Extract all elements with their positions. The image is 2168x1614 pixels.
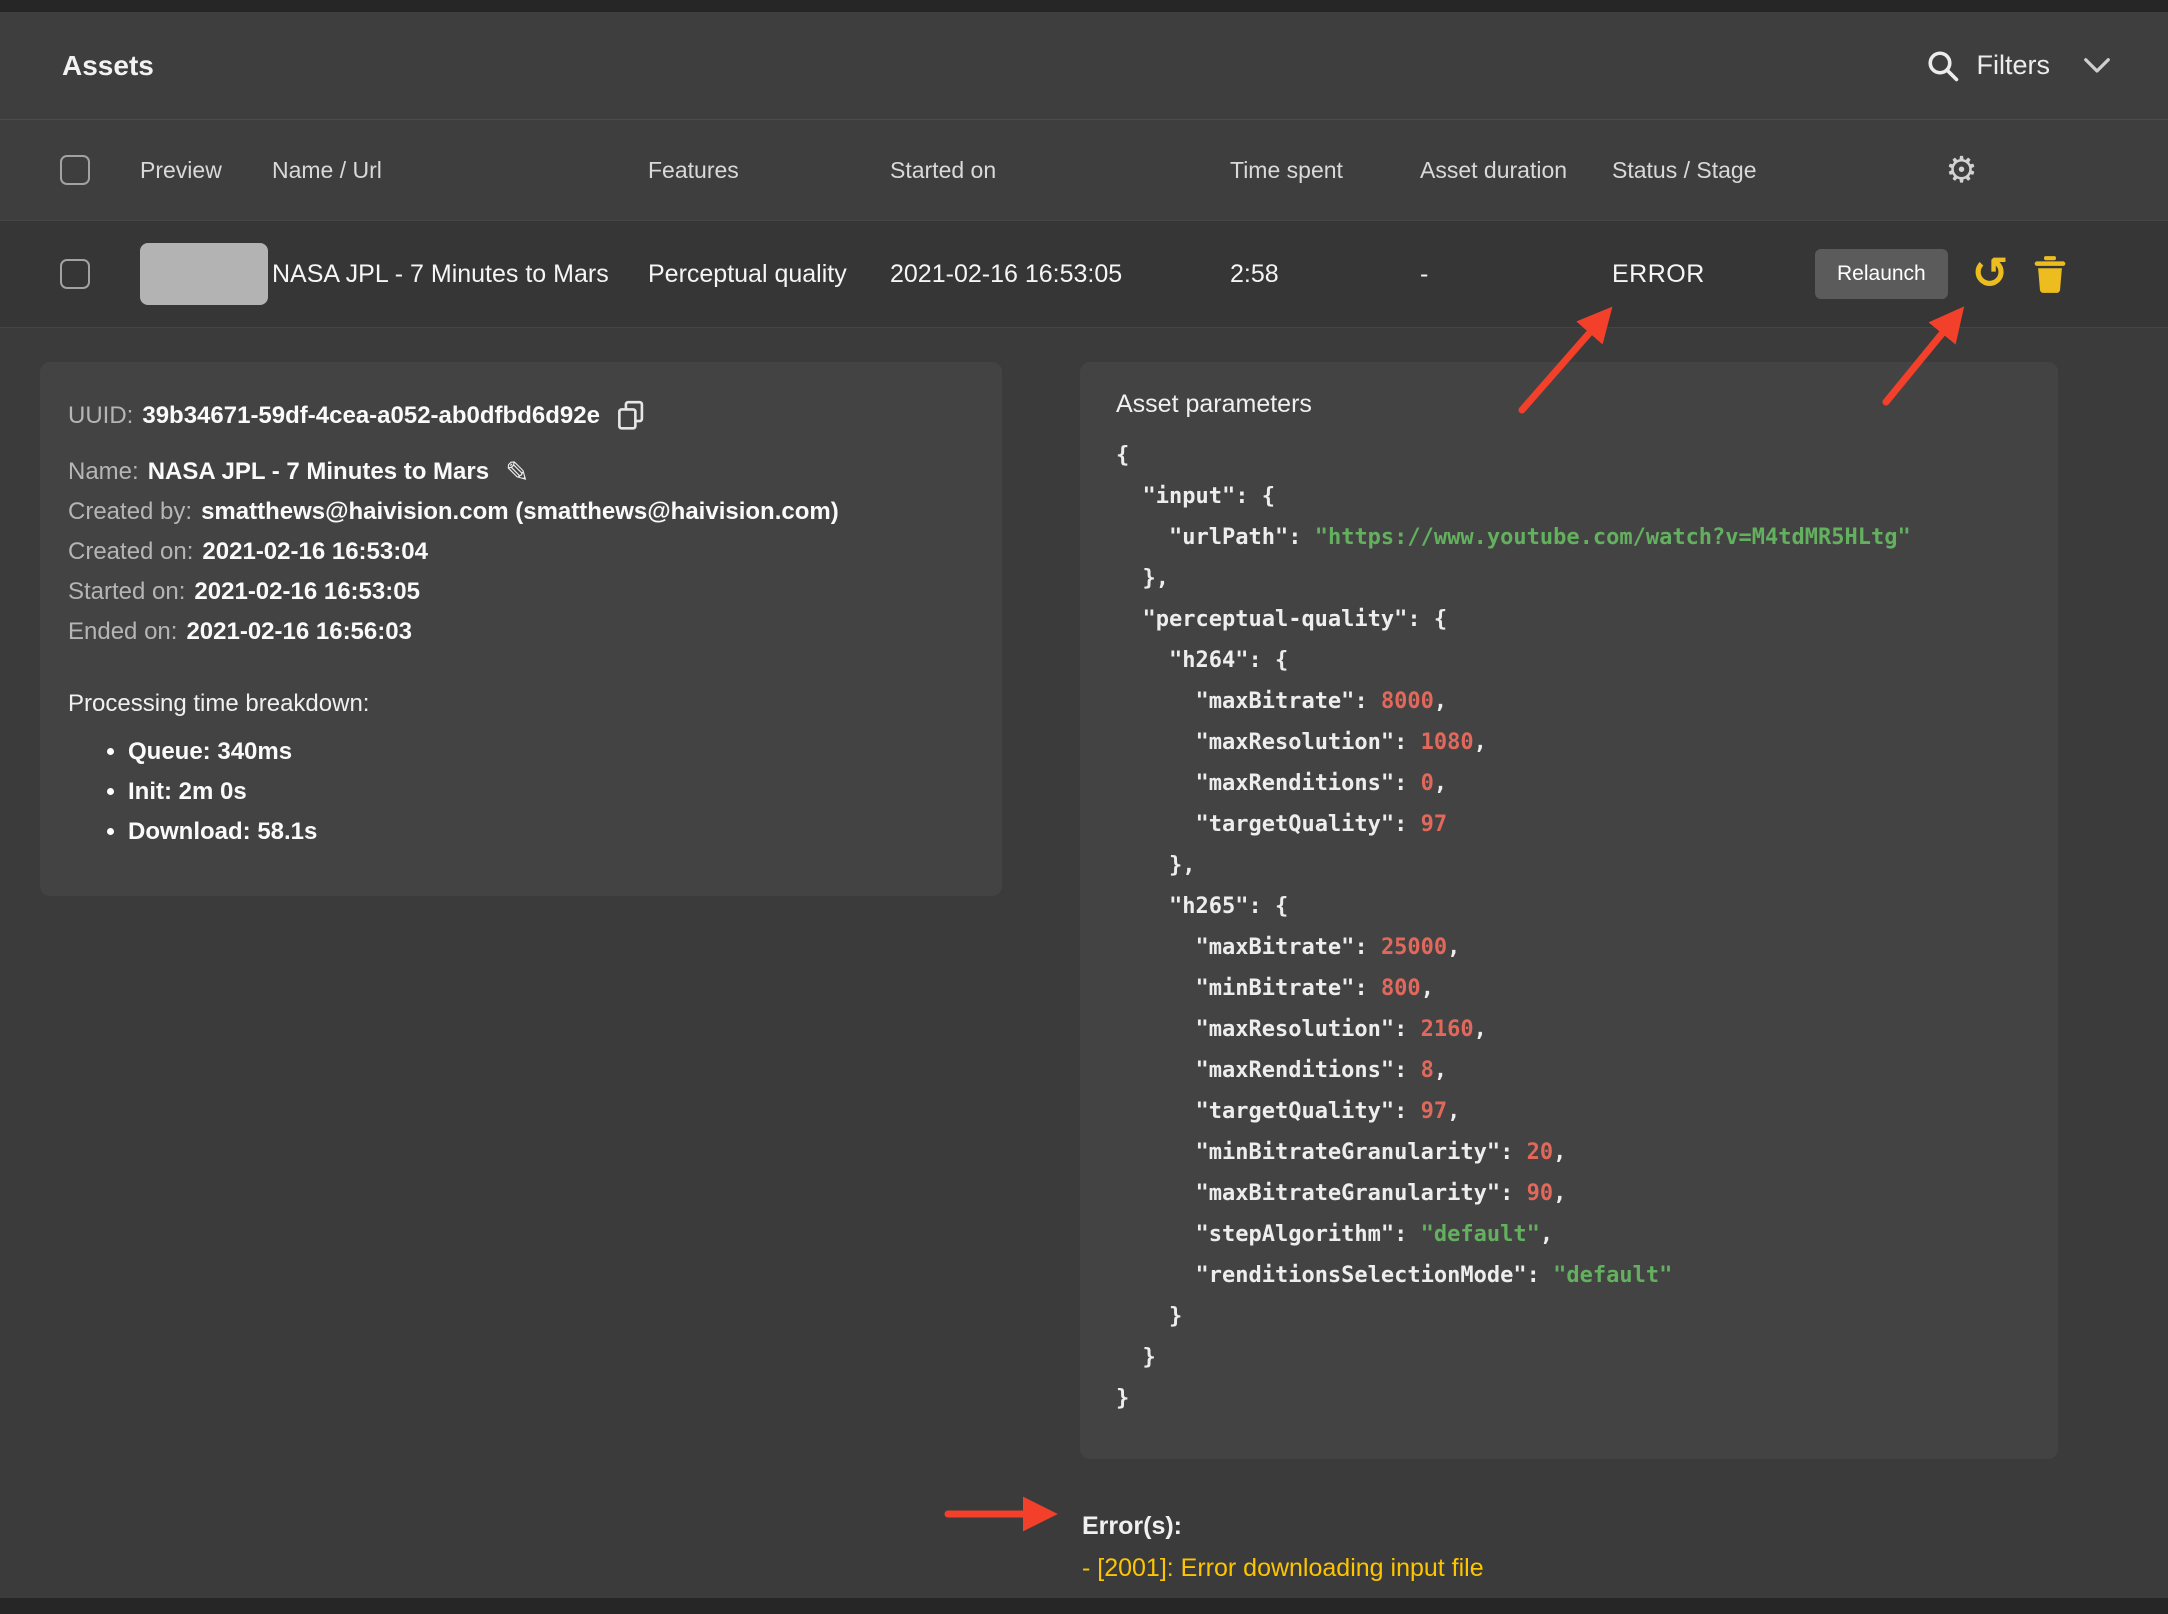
filters-control[interactable]: Filters: [1909, 48, 2113, 84]
error-message: - [2001]: Error downloading input file: [1082, 1547, 2058, 1589]
row-checkbox[interactable]: [60, 259, 90, 289]
select-all-checkbox[interactable]: [60, 155, 90, 185]
asset-parameters-panel: Asset parameters { "input": { "urlPath":…: [1080, 362, 2058, 1459]
processing-item-queue: Queue: 340ms: [128, 732, 972, 772]
asset-name: NASA JPL - 7 Minutes to Mars: [272, 260, 648, 289]
processing-time-title: Processing time breakdown:: [68, 684, 972, 724]
table-row[interactable]: NASA JPL - 7 Minutes to Mars Perceptual …: [0, 220, 2168, 328]
errors-title: Error(s):: [1082, 1505, 2058, 1547]
processing-item-download: Download: 58.1s: [128, 812, 972, 852]
started-on-label: Started on:: [68, 572, 185, 612]
assets-page: Assets Filters Preview Name / Url Featur…: [0, 12, 2168, 1598]
chevron-down-icon[interactable]: [2082, 56, 2112, 76]
row-actions: Relaunch ↺: [1815, 249, 2108, 299]
status-badge: ERROR: [1612, 260, 1815, 289]
trash-icon[interactable]: [2033, 255, 2067, 293]
search-icon[interactable]: [1925, 48, 1961, 84]
uuid-value: 39b34671-59df-4cea-a052-ab0dfbd6d92e: [142, 394, 600, 438]
page-title: Assets: [62, 50, 154, 82]
ended-on-value: 2021-02-16 16:56:03: [186, 612, 412, 652]
processing-time-list: Queue: 340ms Init: 2m 0s Download: 58.1s: [68, 732, 972, 852]
asset-metadata-panel: UUID: 39b34671-59df-4cea-a052-ab0dfbd6d9…: [40, 362, 1002, 896]
asset-detail-area: UUID: 39b34671-59df-4cea-a052-ab0dfbd6d9…: [0, 328, 2168, 1589]
asset-parameters-title: Asset parameters: [1116, 390, 2022, 419]
asset-features: Perceptual quality: [648, 260, 890, 289]
column-header-started-on: Started on: [890, 157, 1230, 184]
asset-time-spent: 2:58: [1230, 260, 1420, 289]
asset-duration: -: [1420, 260, 1612, 289]
asset-parameters-column: Asset parameters { "input": { "urlPath":…: [1080, 362, 2058, 1589]
column-header-status-stage: Status / Stage: [1612, 157, 1815, 184]
relaunch-icon[interactable]: ↺: [1972, 252, 2009, 296]
created-by-label: Created by:: [68, 492, 192, 532]
table-header: Preview Name / Url Features Started on T…: [0, 120, 2168, 220]
column-header-time-spent: Time spent: [1230, 157, 1420, 184]
filters-label[interactable]: Filters: [1977, 50, 2051, 81]
column-header-name-url: Name / Url: [272, 157, 648, 184]
relaunch-button[interactable]: Relaunch: [1815, 249, 1948, 299]
ended-on-label: Ended on:: [68, 612, 177, 652]
asset-preview-thumbnail: [140, 243, 268, 305]
created-by-value: smatthews@haivision.com (smatthews@haivi…: [201, 492, 839, 532]
error-block: Error(s): - [2001]: Error downloading in…: [1080, 1505, 2058, 1589]
processing-item-init: Init: 2m 0s: [128, 772, 972, 812]
gear-icon[interactable]: ⚙: [1945, 150, 1977, 191]
column-header-features: Features: [648, 157, 890, 184]
started-on-value: 2021-02-16 16:53:05: [194, 572, 420, 612]
pencil-icon[interactable]: ✎: [505, 452, 529, 492]
column-header-asset-duration: Asset duration: [1420, 157, 1612, 184]
uuid-label: UUID:: [68, 394, 133, 438]
name-value: NASA JPL - 7 Minutes to Mars: [148, 452, 489, 492]
created-on-label: Created on:: [68, 532, 193, 572]
column-header-preview: Preview: [140, 157, 272, 184]
name-label: Name:: [68, 452, 139, 492]
created-on-value: 2021-02-16 16:53:04: [202, 532, 428, 572]
asset-started-on: 2021-02-16 16:53:05: [890, 260, 1230, 289]
copy-icon[interactable]: [616, 400, 646, 432]
asset-parameters-code: { "input": { "urlPath": "https://www.you…: [1116, 435, 2022, 1419]
title-bar: Assets Filters: [0, 12, 2168, 120]
